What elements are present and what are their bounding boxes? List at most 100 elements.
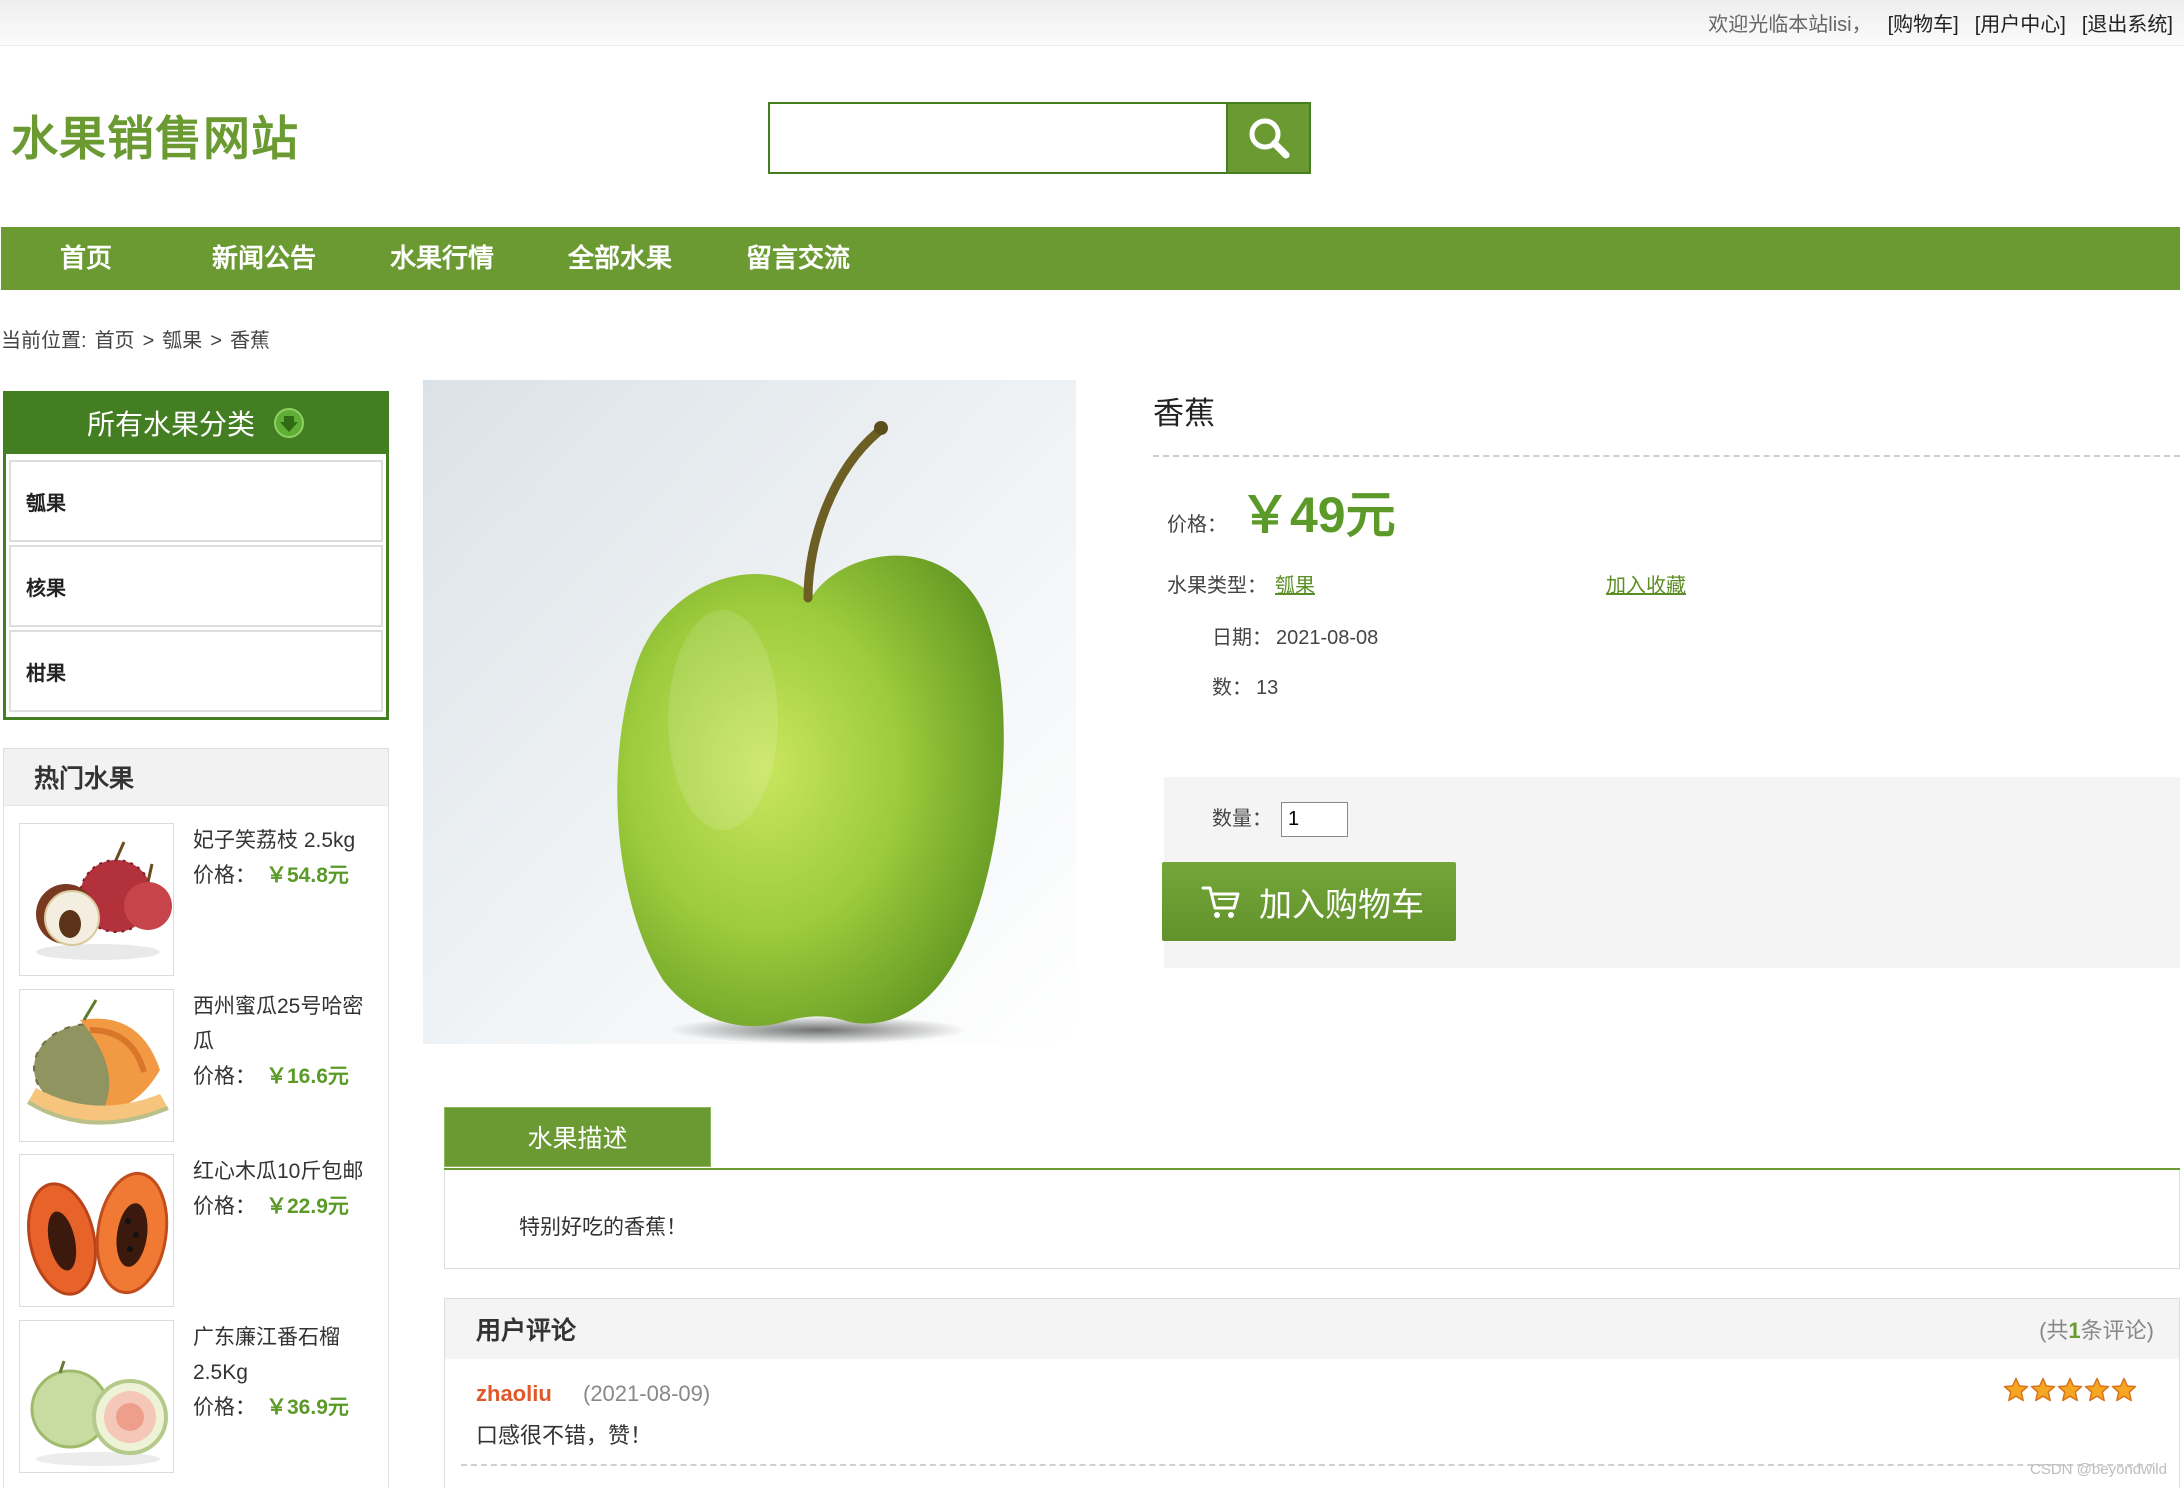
stock-row: 数： 13 — [1212, 675, 1278, 701]
star-icon — [2057, 1377, 2083, 1402]
date-label: 日期： — [1212, 627, 1272, 649]
hot-fruit-info: 广东廉江番石榴2.5Kg 价格： ￥36.9元 — [193, 1320, 378, 1425]
hot-fruit-price-row: 价格： ￥54.8元 — [193, 858, 378, 893]
search-icon — [1249, 118, 1289, 159]
guava-image — [20, 1321, 173, 1472]
watermark: CSDN @beyondwild — [2030, 1461, 2167, 1478]
breadcrumb-item-current: 香蕉 — [229, 330, 270, 352]
quantity-label: 数量： — [1212, 808, 1272, 830]
category-item[interactable]: 柑果 — [9, 630, 383, 712]
breadcrumb-item-home[interactable]: 首页 — [95, 327, 135, 355]
comments-count: (共1条评论) — [2039, 1313, 2154, 1345]
divider — [1153, 455, 2180, 457]
star-icon — [2084, 1377, 2110, 1402]
fruit-type-link[interactable]: 瓠果 — [1275, 573, 1315, 599]
tab-description[interactable]: 水果描述 — [444, 1107, 711, 1167]
main-nav: 首页 新闻公告 水果行情 全部水果 留言交流 — [1, 227, 2180, 290]
hot-fruit-price: ￥22.9元 — [266, 1195, 349, 1218]
hot-fruit-price: ￥54.8元 — [266, 864, 349, 887]
hot-fruit-price-row: 价格： ￥16.6元 — [193, 1059, 378, 1094]
nav-item-market[interactable]: 水果行情 — [353, 227, 531, 290]
category-panel-title: 所有水果分类 — [86, 408, 255, 440]
melon-image — [20, 990, 173, 1141]
comments-title: 用户评论 — [476, 1317, 577, 1345]
category-item[interactable]: 瓠果 — [9, 460, 383, 542]
hot-fruit-info: 妃子笑荔枝 2.5kg 价格： ￥54.8元 — [193, 823, 378, 893]
star-icon — [2030, 1377, 2056, 1402]
comment-date: (2021-08-09) — [583, 1381, 711, 1406]
quantity-input[interactable] — [1281, 802, 1348, 837]
price-label: 价格： — [193, 864, 256, 887]
comments-count-number: 1 — [2068, 1318, 2081, 1343]
welcome-text: 欢迎光临本站lisi， — [1708, 14, 1872, 36]
description-text: 特别好吃的香蕉！ — [519, 1216, 687, 1239]
hot-fruit-thumbnail[interactable] — [19, 823, 174, 976]
cart-link[interactable]: [购物车] — [1888, 8, 1959, 37]
add-to-cart-button[interactable]: 加入购物车 — [1162, 862, 1456, 941]
date-value: 2021-08-08 — [1276, 627, 1379, 649]
site-logo[interactable]: 水果销售网站 — [11, 108, 299, 170]
hot-fruit-item[interactable]: 红心木瓜10斤包邮 价格： ￥22.9元 — [19, 1154, 379, 1309]
nav-item-all-fruits[interactable]: 全部水果 — [531, 227, 709, 290]
star-icon — [2003, 1377, 2029, 1402]
hot-fruit-name[interactable]: 广东廉江番石榴2.5Kg — [193, 1320, 378, 1390]
comment-text: 口感很不错，赞！ — [476, 1423, 653, 1448]
search-input[interactable] — [768, 102, 1228, 174]
hot-fruit-item[interactable]: 广东廉江番石榴2.5Kg 价格： ￥36.9元 — [19, 1320, 379, 1475]
hot-fruit-name[interactable]: 西州蜜瓜25号哈密瓜 — [193, 989, 378, 1059]
hot-fruit-thumbnail[interactable] — [19, 989, 174, 1142]
hot-fruit-thumbnail[interactable] — [19, 1320, 174, 1473]
comments-count-prefix: (共 — [2039, 1318, 2069, 1343]
category-item[interactable]: 核果 — [9, 545, 383, 627]
date-row: 日期： 2021-08-08 — [1212, 625, 1378, 651]
hot-fruit-name[interactable]: 妃子笑荔枝 2.5kg — [193, 823, 378, 858]
price-label: 价格： — [193, 1396, 256, 1419]
product-title: 香蕉 — [1153, 396, 1215, 431]
litchi-image — [20, 824, 173, 975]
fruit-type-label: 水果类型： — [1167, 575, 1267, 597]
add-favorite-link[interactable]: 加入收藏 — [1606, 573, 1686, 599]
add-to-cart-label: 加入购物车 — [1259, 885, 1424, 923]
comment-rating — [2003, 1377, 2137, 1403]
hot-fruit-info: 红心木瓜10斤包邮 价格： ￥22.9元 — [193, 1154, 378, 1224]
product-image — [423, 380, 1076, 1044]
papaya-image — [20, 1155, 173, 1306]
hot-fruit-price: ￥16.6元 — [266, 1065, 349, 1088]
fruit-type-row: 水果类型： 瓠果 — [1167, 573, 1315, 599]
product-price: ￥49元 — [1240, 487, 1396, 543]
comment-username[interactable]: zhaoliu — [476, 1380, 552, 1408]
price-label: 价格： — [193, 1065, 256, 1088]
category-panel: 所有水果分类 瓠果 核果 柑果 — [3, 391, 389, 720]
category-list: 瓠果 核果 柑果 — [6, 454, 386, 712]
breadcrumb-prefix: 当前位置: — [1, 330, 87, 352]
hot-fruits-header: 热门水果 — [4, 749, 388, 806]
hot-fruit-price-row: 价格： ￥36.9元 — [193, 1390, 378, 1425]
nav-item-home[interactable]: 首页 — [0, 227, 175, 290]
hot-fruit-price-row: 价格： ￥22.9元 — [193, 1189, 378, 1224]
comments-count-suffix: 条评论) — [2080, 1318, 2154, 1343]
breadcrumb-separator: > — [210, 330, 222, 352]
hot-fruit-item[interactable]: 妃子笑荔枝 2.5kg 价格： ￥54.8元 — [19, 823, 379, 978]
price-label: 价格： — [193, 1195, 256, 1218]
top-bar: 欢迎光临本站lisi， [购物车] [用户中心] [退出系统] — [0, 0, 2184, 46]
user-center-link[interactable]: [用户中心] — [1975, 8, 2066, 37]
price-label: 价格： — [1167, 514, 1227, 536]
stock-value: 13 — [1256, 677, 1279, 699]
hot-fruit-thumbnail[interactable] — [19, 1154, 174, 1307]
comment-divider — [461, 1464, 2153, 1466]
star-icon — [2111, 1377, 2137, 1402]
green-apple-image — [423, 380, 1076, 1044]
nav-item-news[interactable]: 新闻公告 — [175, 227, 353, 290]
nav-item-messages[interactable]: 留言交流 — [709, 227, 887, 290]
breadcrumb-item-category[interactable]: 瓠果 — [162, 327, 202, 355]
category-panel-header: 所有水果分类 — [3, 391, 389, 454]
chevron-down-circle-icon — [274, 407, 304, 438]
logout-link[interactable]: [退出系统] — [2082, 8, 2173, 37]
description-panel: 特别好吃的香蕉！ — [444, 1170, 2180, 1269]
hot-fruit-item[interactable]: 西州蜜瓜25号哈密瓜 价格： ￥16.6元 — [19, 989, 379, 1144]
hot-fruit-info: 西州蜜瓜25号哈密瓜 价格： ￥16.6元 — [193, 989, 378, 1094]
hot-fruit-name[interactable]: 红心木瓜10斤包邮 — [193, 1154, 378, 1189]
breadcrumb-separator: > — [142, 330, 155, 352]
hot-fruits-panel: 热门水果 妃子笑荔枝 2.5kg 价格： ￥54.8元 西州蜜瓜25号哈密瓜 价… — [3, 748, 389, 1488]
search-button[interactable] — [1226, 102, 1311, 174]
